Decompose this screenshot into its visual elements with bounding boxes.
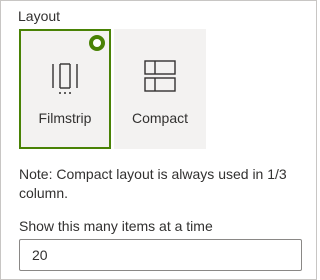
web-part-property-pane: Layout Filmstrip Compact Note: Compact l… <box>0 0 317 280</box>
layout-option-compact[interactable]: Compact <box>114 29 206 149</box>
filmstrip-icon <box>50 61 80 100</box>
items-count-label: Show this many items at a time <box>19 218 213 234</box>
layout-option-filmstrip[interactable]: Filmstrip <box>19 29 111 149</box>
compact-label: Compact <box>131 110 189 126</box>
layout-note: Note: Compact layout is always used in 1… <box>19 166 287 201</box>
layout-label: Layout <box>18 8 61 24</box>
items-count-input[interactable] <box>19 239 302 271</box>
compact-icon <box>143 59 177 98</box>
filmstrip-label: Filmstrip <box>38 110 92 126</box>
selected-check-icon <box>89 35 105 51</box>
